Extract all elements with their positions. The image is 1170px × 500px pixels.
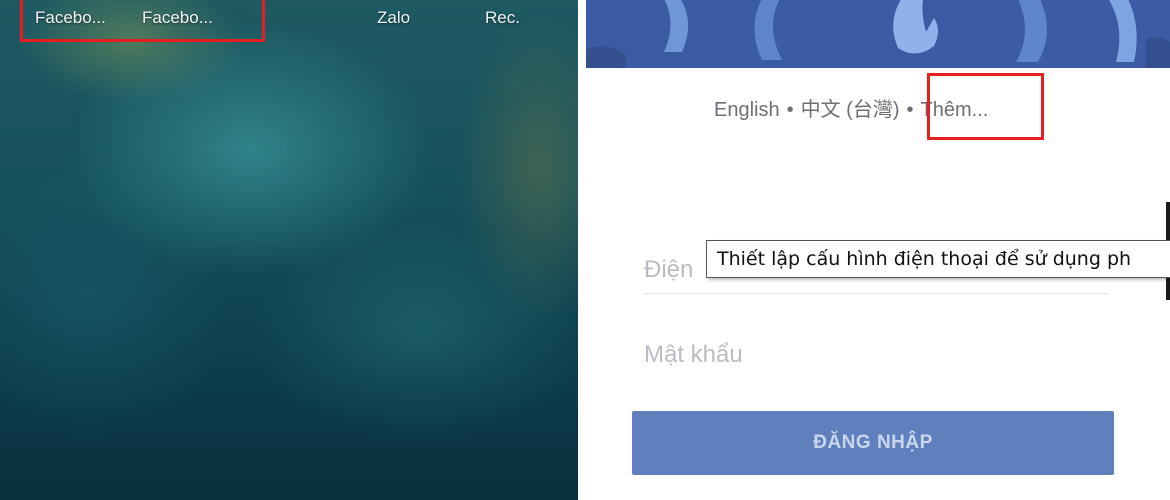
facebook-apps-highlight xyxy=(20,0,265,42)
hands-illustration xyxy=(586,0,1170,68)
panel-divider xyxy=(578,0,586,500)
more-languages-highlight xyxy=(927,73,1044,140)
language-separator: • xyxy=(906,99,914,121)
tooltip: Thiết lập cấu hình điện thoại để sử dụng… xyxy=(706,240,1170,278)
language-english[interactable]: English xyxy=(714,96,780,124)
password-field[interactable]: Mật khẩu xyxy=(644,331,1108,379)
language-separator: • xyxy=(786,99,794,121)
language-chinese[interactable]: 中文 (台灣) xyxy=(801,96,900,124)
app-rec[interactable]: Rec. xyxy=(485,8,520,28)
home-screen: Facebo... Facebo... Zalo Rec. xyxy=(0,0,578,500)
header-illustration xyxy=(586,0,1170,68)
login-button[interactable]: ĐĂNG NHẬP xyxy=(632,411,1114,475)
app-zalo[interactable]: Zalo xyxy=(377,8,410,28)
